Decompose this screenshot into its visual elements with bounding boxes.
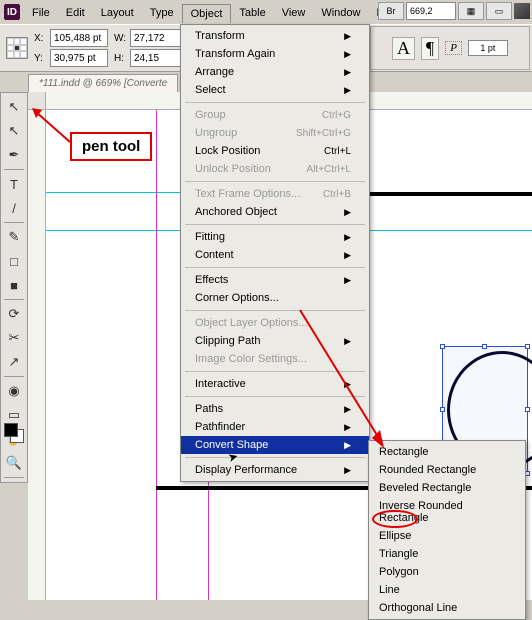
rectangle-tool[interactable]: ■ bbox=[2, 274, 26, 296]
w-label: W: bbox=[114, 33, 128, 44]
menu-item-lock-position[interactable]: Lock PositionCtrl+L bbox=[181, 142, 369, 160]
submenu-item-beveled-rectangle[interactable]: Beveled Rectangle bbox=[369, 479, 525, 497]
p-style-icon[interactable]: P bbox=[445, 41, 462, 55]
guide-vertical[interactable] bbox=[156, 110, 157, 600]
menu-item-object-layer-options-: Object Layer Options... bbox=[181, 314, 369, 332]
annotation-callout: pen tool bbox=[70, 132, 152, 161]
menu-file[interactable]: File bbox=[24, 4, 58, 22]
menu-edit[interactable]: Edit bbox=[58, 4, 93, 22]
menu-item-group: GroupCtrl+G bbox=[181, 106, 369, 124]
reference-point-grid[interactable] bbox=[6, 37, 28, 59]
menu-view[interactable]: View bbox=[274, 4, 314, 22]
arrange-icon[interactable]: ▭ bbox=[486, 2, 512, 20]
menu-table[interactable]: Table bbox=[231, 4, 273, 22]
line-tool[interactable]: / bbox=[2, 197, 26, 219]
character-panel-icon[interactable]: A bbox=[392, 37, 415, 60]
submenu-item-polygon[interactable]: Polygon bbox=[369, 563, 525, 581]
app-icon: ID bbox=[4, 4, 20, 20]
x-label: X: bbox=[34, 33, 48, 44]
color-well[interactable] bbox=[4, 423, 24, 443]
workspace-icon[interactable] bbox=[514, 3, 530, 19]
submenu-item-orthogonal-line[interactable]: Orthogonal Line bbox=[369, 599, 525, 617]
submenu-item-inverse-rounded-rectangle[interactable]: Inverse Rounded Rectangle bbox=[369, 497, 525, 527]
menu-item-arrange[interactable]: Arrange▶ bbox=[181, 63, 369, 81]
menu-item-text-frame-options-: Text Frame Options...Ctrl+B bbox=[181, 185, 369, 203]
submenu-item-line[interactable]: Line bbox=[369, 581, 525, 599]
y-field[interactable] bbox=[50, 49, 108, 67]
menu-type[interactable]: Type bbox=[142, 4, 182, 22]
menu-item-clipping-path[interactable]: Clipping Path▶ bbox=[181, 332, 369, 350]
menu-item-display-performance[interactable]: Display Performance▶ bbox=[181, 461, 369, 479]
menu-item-transform-again[interactable]: Transform Again▶ bbox=[181, 45, 369, 63]
h-label: H: bbox=[114, 53, 128, 64]
document-tab[interactable]: *111.indd @ 669% [Converte bbox=[28, 74, 178, 92]
right-panel-snippet: A ¶ P bbox=[370, 26, 530, 70]
menu-layout[interactable]: Layout bbox=[93, 4, 142, 22]
paragraph-panel-icon[interactable]: ¶ bbox=[421, 37, 439, 60]
menu-item-anchored-object[interactable]: Anchored Object▶ bbox=[181, 203, 369, 221]
pencil-tool[interactable]: ✎ bbox=[2, 226, 26, 248]
object-menu-dropdown: Transform▶Transform Again▶Arrange▶Select… bbox=[180, 24, 370, 482]
direct-selection-tool[interactable]: ↖ bbox=[2, 120, 26, 142]
menu-item-image-color-settings-: Image Color Settings... bbox=[181, 350, 369, 368]
zoom-field[interactable]: 669,2 bbox=[406, 2, 456, 20]
selection-tool[interactable]: ↖ bbox=[2, 96, 26, 118]
x-field[interactable] bbox=[50, 29, 108, 47]
submenu-item-rounded-rectangle[interactable]: Rounded Rectangle bbox=[369, 461, 525, 479]
zoom-tool[interactable]: 🔍 bbox=[2, 452, 26, 474]
type-tool[interactable]: T bbox=[2, 173, 26, 195]
top-right-controls: Br 669,2 ▦ ▭ bbox=[378, 2, 530, 20]
rectangle-frame-tool[interactable]: □ bbox=[2, 250, 26, 272]
stroke-weight-field[interactable] bbox=[468, 40, 508, 56]
submenu-item-ellipse[interactable]: Ellipse bbox=[369, 527, 525, 545]
submenu-item-triangle[interactable]: Triangle bbox=[369, 545, 525, 563]
menu-item-pathfinder[interactable]: Pathfinder▶ bbox=[181, 418, 369, 436]
menu-item-interactive[interactable]: Interactive▶ bbox=[181, 375, 369, 393]
free-transform-tool[interactable]: ↗ bbox=[2, 351, 26, 373]
scissors-tool[interactable]: ✂ bbox=[2, 327, 26, 349]
menu-item-effects[interactable]: Effects▶ bbox=[181, 271, 369, 289]
convert-shape-submenu: RectangleRounded RectangleBeveled Rectan… bbox=[368, 440, 526, 620]
vertical-ruler[interactable] bbox=[28, 110, 46, 600]
menu-item-ungroup: UngroupShift+Ctrl+G bbox=[181, 124, 369, 142]
document-tab-bar: *111.indd @ 669% [Converte bbox=[28, 72, 178, 92]
menu-item-paths[interactable]: Paths▶ bbox=[181, 400, 369, 418]
menubar: FileEditLayoutTypeObjectTableViewWindowH… bbox=[24, 2, 407, 24]
menu-window[interactable]: Window bbox=[313, 4, 368, 22]
ruler-origin[interactable] bbox=[28, 92, 46, 110]
menu-item-transform[interactable]: Transform▶ bbox=[181, 27, 369, 45]
menu-object[interactable]: Object bbox=[182, 4, 232, 23]
bridge-icon[interactable]: Br bbox=[378, 2, 404, 20]
submenu-item-rectangle[interactable]: Rectangle bbox=[369, 443, 525, 461]
pen-tool[interactable]: ✒ bbox=[2, 144, 26, 166]
view-mode-icon[interactable]: ▦ bbox=[458, 2, 484, 20]
gradient-tool[interactable]: ◉ bbox=[2, 380, 26, 402]
menu-item-fitting[interactable]: Fitting▶ bbox=[181, 228, 369, 246]
menu-item-unlock-position: Unlock PositionAlt+Ctrl+L bbox=[181, 160, 369, 178]
menu-item-corner-options-[interactable]: Corner Options... bbox=[181, 289, 369, 307]
menu-item-select[interactable]: Select▶ bbox=[181, 81, 369, 99]
y-label: Y: bbox=[34, 53, 48, 64]
menu-item-convert-shape[interactable]: Convert Shape▶ bbox=[181, 436, 369, 454]
artwork-stroke bbox=[368, 192, 532, 196]
rotate-tool[interactable]: ⟳ bbox=[2, 303, 26, 325]
menu-item-content[interactable]: Content▶ bbox=[181, 246, 369, 264]
